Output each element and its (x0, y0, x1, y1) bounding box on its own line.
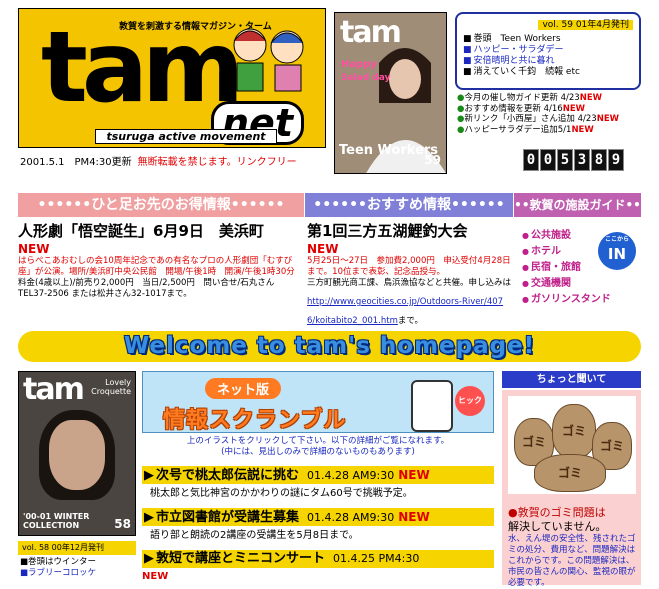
magazine-cover-58[interactable]: tam Lovely Croquette '00-01 WINTER COLLEC… (18, 371, 136, 536)
deal-title: 人形劇「悟空誕生」6月9日 美浜町 (18, 222, 264, 240)
issue-58-label: vol. 58 00年12月発刊 (18, 541, 136, 555)
section-bar-recommend: ••••••おすすめ情報•••••• (305, 193, 513, 217)
issue-item-link[interactable]: 安倍晴明と共に暮れ (463, 56, 639, 67)
ask-header: ちょっと聞いて (502, 371, 641, 388)
issue-58-item: ■巻頭はウインター (20, 557, 97, 567)
update-datetime: 2001.5.1 PM4:30更新 (20, 157, 132, 168)
deal-details: はらぺこあおむしの会10周年記念であの有名なプロの人形劇団「むすび座」が公演。場… (18, 256, 295, 277)
headline-2-body: 語り部と朗読の2講座の受講生を5月8日まで。 (150, 530, 359, 541)
counter-digit: 9 (608, 149, 624, 171)
hit-badge: ヒック (455, 386, 485, 416)
visitor-counter: 0 0 5 3 8 9 (523, 149, 624, 171)
cover-title: tam (340, 15, 402, 50)
cover-line-salad: Salad day (341, 73, 391, 83)
counter-digit: 0 (523, 149, 539, 171)
garbage-issue-text: 水、えん堤の安全性、残されたゴミの処分、費用など、問題解決はこれからです。この問… (508, 534, 636, 588)
issue-header: vol. 59 01年4月発刊 (538, 20, 633, 30)
robot-illustration (411, 380, 453, 432)
arrow-icon: ▶ (144, 551, 154, 566)
new-badge: NEW (18, 242, 50, 256)
current-issue-box: vol. 59 01年4月発刊 巻頭 Teen Workers ハッピー・サラダ… (455, 12, 641, 90)
counter-digit: 8 (591, 149, 607, 171)
guide-item-gas[interactable]: ガソリンスタンド (522, 292, 642, 308)
cover-line-happy: Happy (341, 59, 377, 70)
issue-58-item-link[interactable]: ■ラブリーコロッケ (20, 568, 96, 579)
welcome-banner: Welcome to tam's homepage! (18, 331, 641, 362)
issue-item: 消えていく千鈞 続報 etc (463, 67, 639, 78)
scramble-instructions: 上のイラストをクリックして下さい。以下の詳細がご覧になれます。 (中には、見出し… (186, 436, 450, 457)
recommend-details: 5月25日〜27日 参加費2,000円 申込受付4月28日まで。10位まで表彰、… (307, 256, 511, 277)
info-scramble-banner[interactable]: ネット版 情報スクランブル ヒック (142, 371, 494, 433)
news-item[interactable]: ●新リンク「小西屋」さん追加 4/23NEW (457, 114, 619, 125)
arrow-icon: ▶ (144, 510, 154, 525)
counter-digit: 0 (540, 149, 556, 171)
enter-here-button[interactable]: ここから IN (598, 232, 636, 270)
section-bar-deals: ••••••ひと足お先のお得情報•••••• (18, 193, 304, 217)
copyright-warning: 無断転載を禁じます。リンクフリー (137, 157, 297, 168)
news-item[interactable]: ●今月の催し物ガイド更新 4/23NEW (457, 93, 619, 104)
recommend-article: 第1回三方五湖鯉釣大会 NEW 5月25日〜27日 参加費2,000円 申込受付… (307, 222, 511, 327)
issue-item-link[interactable]: ハッピー・サラダデー (463, 45, 639, 56)
deal-contact: 料金(4歳以上)/前売り2,000円 当日/2,500円 問い合せ/石丸さんTE… (18, 278, 275, 299)
garbage-bags-illustration: ゴミ ゴミ ゴミ ゴミ (508, 396, 636, 494)
news-item[interactable]: ●おすすめ情報を更新 4/16NEW (457, 104, 619, 115)
logo-subtitle: tsuruga active movement (95, 129, 277, 144)
net-edition-badge: ネット版 (205, 378, 282, 399)
scramble-title: 情報スクランブル (163, 408, 347, 433)
cover2-issue-number: 58 (114, 517, 131, 531)
cover-feature: Teen Workers (339, 143, 439, 158)
recommend-link-line: http://www.geocities.co.jp/Outdoors-Rive… (307, 297, 504, 326)
recommend-title: 第1回三方五湖鯉釣大会 (307, 222, 468, 240)
deal-article: 人形劇「悟空誕生」6月9日 美浜町 NEW はらぺこあおむしの会10周年記念であ… (18, 222, 302, 300)
tam-net-logo[interactable]: 敦賀を刺激する情報マガジン・ターム tam net tsuruga active… (18, 8, 326, 148)
counter-digit: 3 (574, 149, 590, 171)
counter-digit: 5 (557, 149, 573, 171)
magazine-cover-59[interactable]: tam Happy Salad day Teen Workers 59 (334, 12, 447, 174)
garbage-issue-box: ゴミ ゴミ ゴミ ゴミ ●敦賀のゴミ問題は 解決していません。 水、えん堤の安全性… (502, 390, 641, 588)
headline-1[interactable]: ▶ 次号で桃太郎伝説に挑む 01.4.28 AM9:30 NEW (142, 466, 494, 484)
news-item[interactable]: ●ハッピーサラダデー追加5/1NEW (457, 125, 619, 136)
guide-item-transport[interactable]: 交通機関 (522, 276, 642, 292)
arrow-icon: ▶ (144, 468, 154, 483)
logo-tam-text: tam (41, 11, 244, 125)
cover-issue-number: 59 (424, 153, 441, 167)
facility-guide: 公共施設 ホテル 民宿・旅館 交通機関 ガソリンスタンド ここからIN (516, 222, 642, 318)
garbage-issue-title: ●敦賀のゴミ問題は 解決していません。 (508, 506, 607, 533)
update-news-list: ●今月の催し物ガイド更新 4/23NEW ●おすすめ情報を更新 4/16NEW … (457, 93, 619, 135)
section-bar-facility-guide: ••敦賀の施設ガイド•• (514, 193, 641, 217)
cover2-subtitle: Lovely Croquette (91, 378, 131, 396)
issue-58-list: ■巻頭はウインター ■ラブリーコロッケ (20, 557, 96, 579)
update-line: 2001.5.1 PM4:30更新 無断転載を禁じます。リンクフリー (20, 153, 297, 168)
cover2-title: tam (23, 372, 85, 407)
new-badge: NEW (307, 242, 339, 256)
issue-item: 巻頭 Teen Workers (463, 34, 639, 45)
headline-1-body: 桃太郎と気比神宮のかかわりの謎にタム60号で挑戦予定。 (150, 488, 413, 499)
headline-2[interactable]: ▶ 市立図書館が受講生募集 01.4.28 AM9:30 NEW (142, 508, 494, 526)
headline-3[interactable]: ▶ 敦短で講座とミニコンサート 01.4.25 PM4:30 (142, 550, 494, 568)
new-badge: NEW (142, 571, 169, 582)
recommend-body: 三方町観光商工課、鳥浜漁協などと共催。申し込みは (307, 278, 512, 288)
cover-model-face (49, 420, 105, 490)
welcome-text: Welcome to tam's homepage! (123, 333, 536, 359)
kids-illustration (233, 28, 304, 92)
